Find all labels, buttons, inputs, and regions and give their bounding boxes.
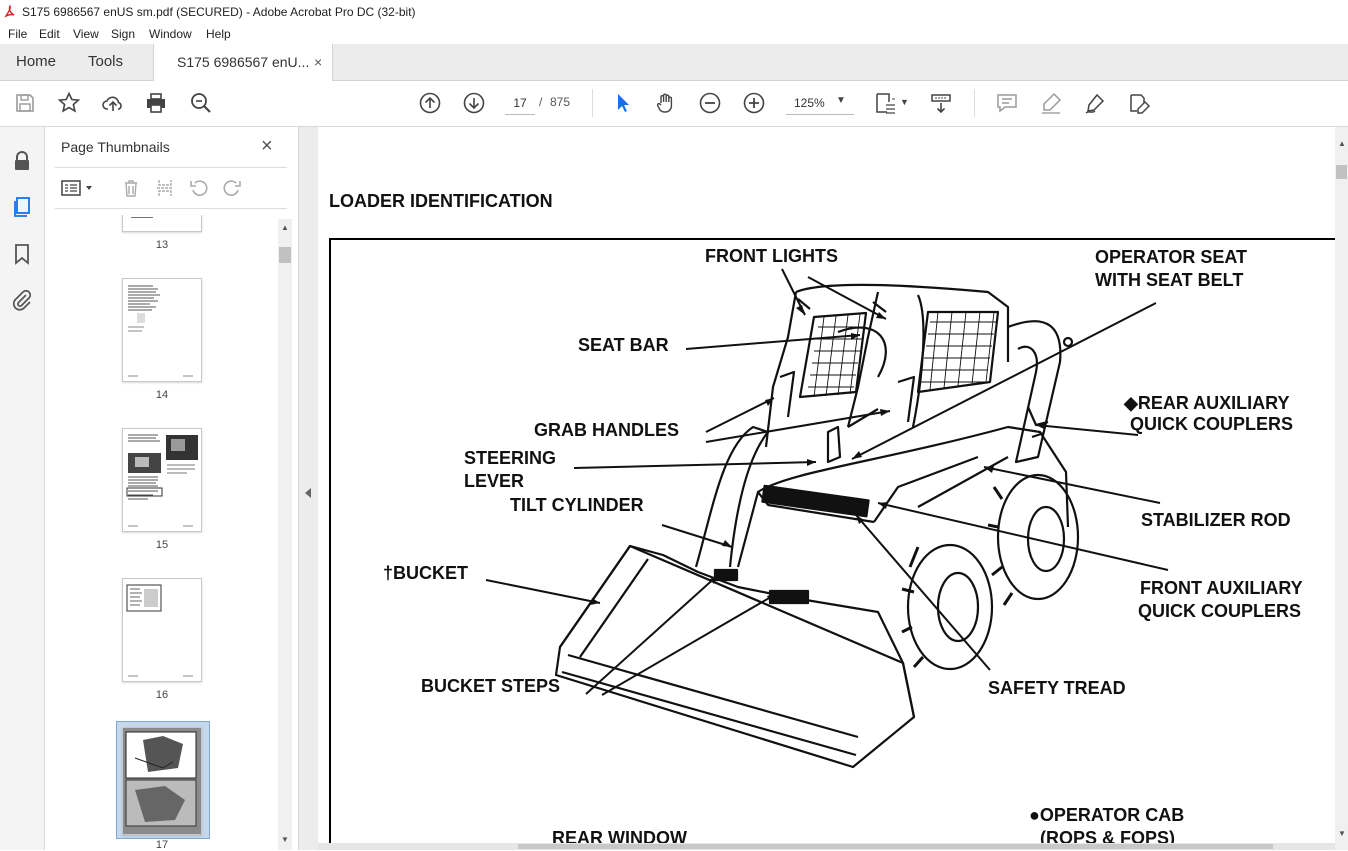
acrobat-logo-icon xyxy=(4,5,15,18)
thumbnails-scrollbar[interactable]: ▲ ▼ xyxy=(278,219,292,850)
label-tilt-cylinder: TILT CYLINDER xyxy=(510,495,644,515)
hand-tool-icon[interactable] xyxy=(654,91,678,115)
page-fit-icon[interactable] xyxy=(874,91,898,115)
label-bucket-steps: BUCKET STEPS xyxy=(421,676,561,696)
page-thumbnail-14[interactable] xyxy=(122,278,202,382)
page-thumbnail-15[interactable] xyxy=(122,428,202,532)
thumbnail-preview xyxy=(126,584,193,677)
thumbnails-toolbar xyxy=(55,167,287,209)
collapse-arrow-icon xyxy=(305,488,311,498)
rotate-clockwise-icon[interactable] xyxy=(222,178,242,198)
upload-cloud-icon[interactable] xyxy=(101,91,125,115)
chevron-down-icon: ▼ xyxy=(836,95,846,106)
document-scrollbar[interactable]: ▲ ▼ xyxy=(1335,127,1348,850)
page-thumbnail-17[interactable] xyxy=(122,727,202,835)
page-thumbnail-16[interactable] xyxy=(122,578,202,682)
page-fit-chevron-icon[interactable]: ▼ xyxy=(900,97,909,107)
delete-page-icon[interactable] xyxy=(121,178,141,198)
tab-bar: Home Tools S175 6986567 enU... × xyxy=(0,44,1348,81)
zoom-level-value: 125% xyxy=(794,96,825,110)
highlighter-icon[interactable] xyxy=(1039,91,1063,115)
page-number-input[interactable] xyxy=(505,92,535,115)
label-rear-auxiliary-line1: ◆REAR AUXILIARY xyxy=(1124,393,1290,413)
page-thumbnails-icon[interactable] xyxy=(10,195,34,219)
label-front-lights: FRONT LIGHTS xyxy=(705,246,838,266)
label-operator-seat-line1: OPERATOR SEAT xyxy=(1095,247,1248,267)
label-grab-handles: GRAB HANDLES xyxy=(534,420,680,440)
label-front-auxiliary-line2: QUICK COUPLERS xyxy=(1138,601,1302,621)
thumbnails-panel: Page Thumbnails × 13 14 15 16 17 ▲ ▼ xyxy=(45,127,299,851)
zoom-in-icon[interactable] xyxy=(742,91,766,115)
thumbnail-preview xyxy=(123,728,201,834)
label-rear-auxiliary-line2: QUICK COUPLERS xyxy=(1130,414,1294,434)
rotate-counterclockwise-icon[interactable] xyxy=(189,178,209,198)
zoom-search-icon[interactable] xyxy=(189,91,213,115)
menu-edit[interactable]: Edit xyxy=(39,27,60,41)
bookmark-icon[interactable] xyxy=(10,242,34,266)
title-bar: S175 6986567 enUS sm.pdf (SECURED) - Ado… xyxy=(0,0,1348,24)
close-panel-button[interactable]: × xyxy=(261,135,273,158)
document-view[interactable]: LOADER IDENTIFICATION FRONT LIGHTS OPERA… xyxy=(317,127,1335,850)
menu-view[interactable]: View xyxy=(73,27,99,41)
select-cursor-icon[interactable] xyxy=(610,91,634,115)
thumbnail-options-icon[interactable] xyxy=(61,180,95,196)
tab-home[interactable]: Home xyxy=(16,44,56,80)
tab-close-button[interactable]: × xyxy=(314,44,322,80)
horizontal-scrollbar[interactable] xyxy=(318,843,1335,850)
page-separator: / xyxy=(539,95,543,109)
lock-icon[interactable] xyxy=(10,149,34,173)
page-total: 875 xyxy=(550,95,571,109)
page-thumbnail-13[interactable] xyxy=(122,215,202,232)
label-bucket: †BUCKET xyxy=(383,563,469,583)
bookmark-star-icon[interactable] xyxy=(57,91,81,115)
scroll-thumb[interactable] xyxy=(1336,165,1347,179)
label-steering-line2: LEVER xyxy=(464,471,525,491)
navigation-rail xyxy=(0,127,45,850)
label-operator-seat-line2: WITH SEAT BELT xyxy=(1095,270,1244,290)
extract-pages-icon[interactable] xyxy=(155,178,175,198)
zoom-level-dropdown[interactable]: 125% ▼ xyxy=(786,92,854,115)
previous-page-icon[interactable] xyxy=(418,91,442,115)
zoom-out-icon[interactable] xyxy=(698,91,722,115)
print-icon[interactable] xyxy=(144,91,168,115)
label-steering-line1: STEERING xyxy=(464,448,557,468)
menu-sign[interactable]: Sign xyxy=(111,27,135,41)
scroll-mode-icon[interactable] xyxy=(929,91,953,115)
thumbnail-page-number: 14 xyxy=(155,389,169,401)
label-safety-tread: SAFETY TREAD xyxy=(988,678,1126,698)
pdf-page: LOADER IDENTIFICATION FRONT LIGHTS OPERA… xyxy=(318,127,1335,850)
thumbnail-page-number: 13 xyxy=(155,239,169,251)
label-front-auxiliary-line1: FRONT AUXILIARY xyxy=(1140,578,1303,598)
menu-help[interactable]: Help xyxy=(206,27,231,41)
menu-window[interactable]: Window xyxy=(149,27,192,41)
save-icon[interactable] xyxy=(13,91,37,115)
window-title: S175 6986567 enUS sm.pdf (SECURED) - Ado… xyxy=(22,5,416,19)
thumbnail-preview xyxy=(128,285,193,377)
menu-bar: File Edit View Sign Window Help xyxy=(0,24,1348,44)
scroll-down-arrow-icon[interactable]: ▼ xyxy=(1338,829,1346,838)
fill-sign-icon[interactable] xyxy=(1127,91,1151,115)
thumbnail-page-number: 17 xyxy=(155,839,169,851)
thumbnail-page-number: 15 xyxy=(155,539,169,551)
tab-document-label: S175 6986567 enU... xyxy=(177,54,310,70)
scroll-up-arrow-icon[interactable]: ▲ xyxy=(1338,139,1346,148)
toolbar: / 875 125% ▼ ▼ xyxy=(0,81,1348,127)
thumbnail-preview xyxy=(126,434,198,527)
draw-pen-icon[interactable] xyxy=(1083,91,1107,115)
thumbnail-page-number: 16 xyxy=(155,689,169,701)
label-operator-cab-line1: ●OPERATOR CAB xyxy=(1029,805,1185,825)
comment-icon[interactable] xyxy=(995,91,1019,115)
menu-file[interactable]: File xyxy=(8,27,27,41)
panel-collapse-handle[interactable] xyxy=(299,127,317,850)
tab-tools[interactable]: Tools xyxy=(88,44,123,80)
next-page-icon[interactable] xyxy=(462,91,486,115)
thumbnails-panel-title: Page Thumbnails xyxy=(61,139,170,155)
attachment-paperclip-icon[interactable] xyxy=(10,288,34,312)
toolbar-divider xyxy=(974,89,975,117)
tab-document[interactable]: S175 6986567 enU... × xyxy=(153,44,333,81)
label-stabilizer-rod: STABILIZER ROD xyxy=(1141,510,1291,530)
toolbar-divider xyxy=(592,89,593,117)
label-seat-bar: SEAT BAR xyxy=(578,335,669,355)
